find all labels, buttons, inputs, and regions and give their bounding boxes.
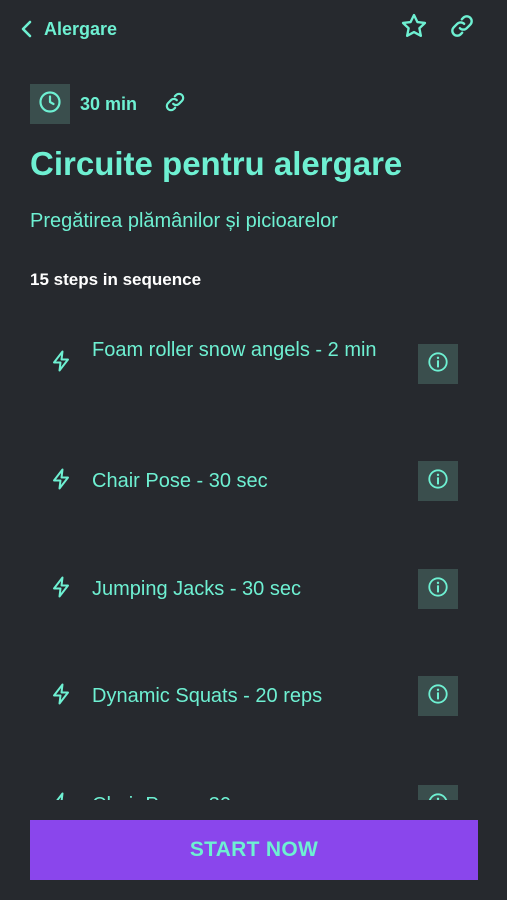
bolt-icon [48, 348, 74, 374]
step-info-button[interactable] [418, 344, 458, 384]
step-info-button[interactable] [418, 569, 458, 609]
list-item[interactable]: Jumping Jacks - 30 sec [0, 566, 507, 616]
info-icon [427, 792, 449, 800]
steps-count: 15 steps in sequence [30, 270, 202, 289]
step-info-button[interactable] [418, 461, 458, 501]
list-item[interactable]: Foam roller snow angels - 2 min [0, 334, 507, 422]
step-label: Chair Pose - 30 [92, 791, 382, 800]
step-label: Jumping Jacks - 30 sec [92, 578, 301, 600]
step-label: Chair Pose - 30 sec [92, 470, 268, 492]
info-icon [427, 351, 449, 378]
bolt-icon [48, 466, 74, 492]
link-icon [449, 13, 475, 44]
page-title: Circuite pentru alergare [30, 145, 403, 182]
duration-label: 30 min [80, 93, 138, 114]
chevron-left-icon [20, 18, 34, 40]
top-bar: Alergare [0, 0, 507, 58]
step-label: Dynamic Squats - 20 reps [92, 685, 323, 707]
bolt-icon [48, 681, 74, 707]
back-button[interactable]: Alergare [20, 14, 117, 44]
star-icon [400, 12, 428, 45]
clock-icon [38, 90, 62, 119]
link-icon [164, 91, 186, 118]
list-item[interactable]: Dynamic Squats - 20 reps [0, 673, 507, 723]
list-item[interactable]: Chair Pose - 30 [0, 782, 507, 800]
bolt-icon [48, 790, 74, 800]
favorite-button[interactable] [398, 12, 430, 44]
steps-list[interactable]: Foam roller snow angels - 2 min Chair Po… [0, 320, 507, 800]
step-info-button[interactable] [418, 676, 458, 716]
info-icon [427, 576, 449, 603]
workout-meta: 30 min [30, 84, 187, 124]
info-icon [427, 468, 449, 495]
bolt-icon [48, 574, 74, 600]
back-label: Alergare [44, 18, 118, 39]
share-link-button[interactable] [446, 12, 478, 44]
step-label: Foam roller snow angels - 2 min [92, 339, 377, 361]
workout-link-button[interactable] [163, 92, 187, 116]
clock-badge [30, 84, 70, 124]
workout-subtitle: Pregătirea plămânilor și picioarelor [30, 210, 338, 232]
list-item[interactable]: Chair Pose - 30 sec [0, 458, 507, 508]
info-icon [427, 683, 449, 710]
start-now-button[interactable]: START NOW [30, 820, 478, 880]
step-info-button[interactable] [418, 785, 458, 800]
